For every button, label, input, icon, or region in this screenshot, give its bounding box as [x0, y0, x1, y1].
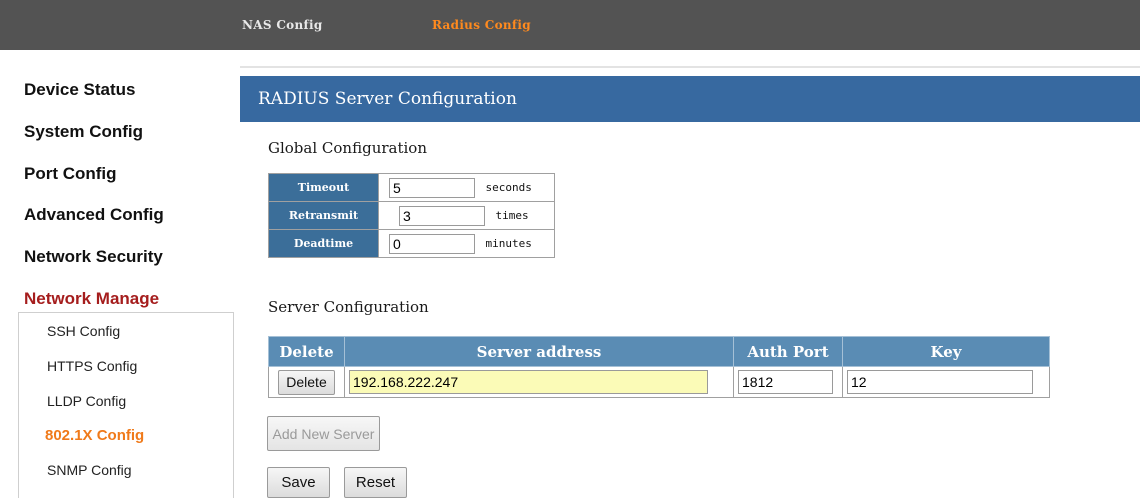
deadtime-label: Deadtime	[268, 229, 379, 258]
retransmit-cell: times	[378, 201, 555, 230]
server-config-table: Delete Server address Auth Port Key Dele…	[268, 336, 1050, 398]
page-title: RADIUS Server Configuration	[240, 76, 1140, 122]
server-address-cell	[344, 366, 734, 398]
submenu-network-manage: SSH Config HTTPS Config LLDP Config 802.…	[18, 312, 234, 498]
tab-nas-config[interactable]: NAS Config	[242, 18, 323, 32]
timeout-cell: seconds	[378, 173, 555, 202]
global-config-table: Timeout seconds Retransmit times Deadtim…	[268, 173, 555, 258]
table-row: Deadtime minutes	[268, 229, 555, 258]
timeout-input[interactable]	[389, 177, 475, 198]
submenu-item-lldp-config[interactable]: LLDP Config	[47, 393, 126, 409]
sidebar-item-device-status[interactable]: Device Status	[24, 80, 136, 100]
table-header-row: Delete Server address Auth Port Key	[268, 336, 1050, 367]
retransmit-unit: times	[495, 209, 529, 222]
global-config-heading: Global Configuration	[268, 139, 427, 157]
retransmit-input[interactable]	[399, 205, 485, 226]
column-header-server-address: Server address	[344, 336, 734, 367]
key-input[interactable]	[847, 370, 1033, 394]
column-header-delete: Delete	[268, 336, 345, 367]
deadtime-cell: minutes	[378, 229, 555, 258]
reset-button[interactable]: Reset	[344, 467, 407, 498]
delete-cell: Delete	[268, 366, 345, 398]
sidebar-item-advanced-config[interactable]: Advanced Config	[24, 205, 164, 225]
auth-port-input[interactable]	[738, 370, 833, 394]
server-config-heading: Server Configuration	[268, 298, 429, 316]
main-content: RADIUS Server Configuration Global Confi…	[240, 66, 1140, 498]
column-header-key: Key	[842, 336, 1050, 367]
retransmit-label: Retransmit	[268, 201, 379, 230]
sidebar-item-network-security[interactable]: Network Security	[24, 247, 163, 267]
table-row: Retransmit times	[268, 201, 555, 230]
add-new-server-button[interactable]: Add New Server	[267, 416, 380, 451]
column-header-auth-port: Auth Port	[733, 336, 843, 367]
divider	[240, 66, 1140, 68]
timeout-unit: seconds	[485, 181, 532, 194]
top-nav-bar: NAS Config Radius Config	[0, 0, 1140, 50]
table-row: Delete	[268, 366, 1050, 398]
sidebar-item-system-config[interactable]: System Config	[24, 122, 143, 142]
deadtime-unit: minutes	[485, 237, 532, 250]
sidebar-item-network-manage[interactable]: Network Manage	[24, 289, 159, 309]
sidebar-item-port-config[interactable]: Port Config	[24, 164, 117, 184]
submenu-item-ssh-config[interactable]: SSH Config	[47, 323, 120, 339]
timeout-label: Timeout	[268, 173, 379, 202]
sidebar: Device Status System Config Port Config …	[0, 50, 240, 498]
submenu-item-8021x-config[interactable]: 802.1X Config	[45, 427, 144, 444]
auth-port-cell	[733, 366, 843, 398]
delete-server-button[interactable]: Delete	[278, 369, 335, 395]
deadtime-input[interactable]	[389, 233, 475, 254]
key-cell	[842, 366, 1050, 398]
submenu-item-https-config[interactable]: HTTPS Config	[47, 358, 137, 374]
submenu-item-snmp-config[interactable]: SNMP Config	[47, 462, 132, 478]
table-row: Timeout seconds	[268, 173, 555, 202]
server-address-input[interactable]	[349, 370, 708, 394]
save-button[interactable]: Save	[267, 467, 330, 498]
tab-radius-config[interactable]: Radius Config	[432, 18, 531, 32]
